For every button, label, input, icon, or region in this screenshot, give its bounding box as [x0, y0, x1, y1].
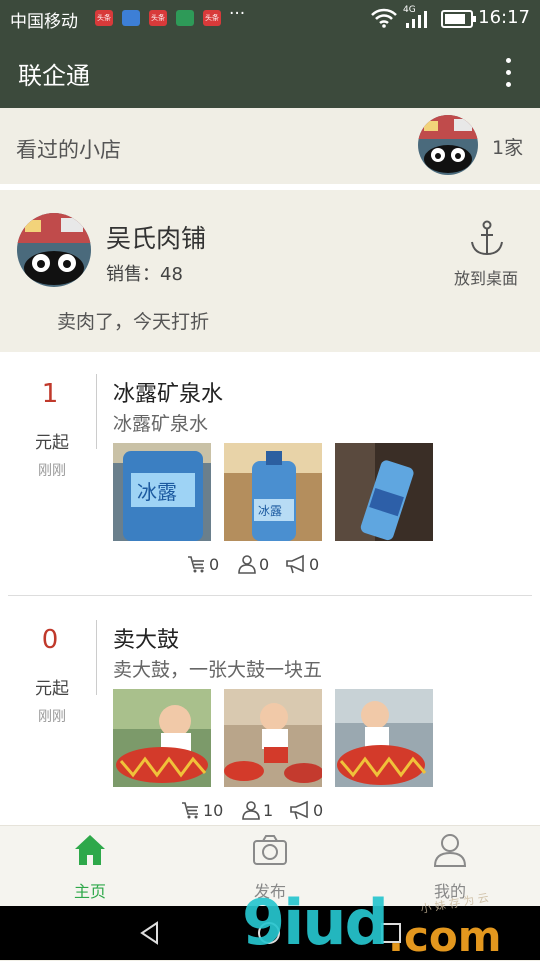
- product-photo[interactable]: [335, 689, 433, 787]
- shop-name: 吴氏肉铺: [106, 224, 207, 253]
- message-notification-icon: [176, 10, 194, 26]
- svg-text:冰露: 冰露: [137, 480, 177, 504]
- share-count: 0: [313, 801, 324, 820]
- product-subtitle: 卖大鼓，一张大鼓一块五: [113, 659, 323, 681]
- back-icon[interactable]: [137, 920, 163, 946]
- product-photo[interactable]: [113, 689, 211, 787]
- app-title: 联企通: [18, 62, 90, 90]
- watermark-domain: .com: [388, 912, 502, 961]
- svg-text:冰露: 冰露: [258, 504, 282, 518]
- product-price: 1: [41, 379, 59, 409]
- watermark-logo: 9iud: [242, 886, 389, 959]
- users-count: 1: [263, 801, 274, 820]
- price-unit: 元起: [35, 679, 69, 699]
- product-photo[interactable]: 冰露: [113, 443, 211, 541]
- megaphone-icon: [290, 800, 308, 820]
- users-count: 0: [259, 555, 270, 574]
- person-icon: [238, 555, 256, 574]
- cart-icon: [182, 802, 198, 819]
- divider: [96, 620, 97, 695]
- cart-stat: 10: [181, 800, 223, 820]
- post-time: 刚刚: [38, 463, 66, 479]
- news-notification-icon: 头条: [203, 10, 221, 26]
- price-unit: 元起: [35, 433, 69, 453]
- viewed-shops-count: 1家: [492, 137, 524, 159]
- list-item[interactable]: 0 元起 刚刚 卖大鼓 卖大鼓，一张大鼓一块五 10 1 0: [0, 598, 540, 825]
- status-bar: 中国移动 头条 头条 头条 ··· 4G 16:17: [0, 0, 540, 36]
- shop-description: 卖肉了，今天打折: [57, 311, 210, 333]
- overflow-menu-icon[interactable]: [506, 58, 512, 88]
- post-time: 刚刚: [38, 709, 66, 725]
- pin-to-desktop-button[interactable]: 放到桌面: [454, 265, 518, 289]
- battery-icon: [441, 10, 476, 28]
- news-notification-icon: 头条: [95, 10, 113, 26]
- cart-count: 10: [203, 801, 224, 820]
- users-stat: 0: [237, 554, 269, 574]
- more-notifications-icon: ···: [229, 4, 246, 24]
- product-subtitle: 冰露矿泉水: [113, 413, 209, 435]
- home-icon: [75, 835, 105, 865]
- news-notification-icon: 头条: [149, 10, 167, 26]
- shop-card[interactable]: 吴氏肉铺 销售：48 放到桌面 卖肉了，今天打折: [0, 190, 540, 352]
- list-item[interactable]: 1 元起 刚刚 冰露矿泉水 冰露矿泉水 冰露 冰露 0 0 0: [0, 352, 540, 596]
- camera-icon: [253, 835, 287, 865]
- cart-count: 0: [209, 555, 220, 574]
- carrier-label: 中国移动: [10, 12, 78, 32]
- cart-icon: [188, 556, 204, 573]
- share-count: 0: [309, 555, 320, 574]
- app-bar: 联企通: [0, 36, 540, 108]
- item-divider: [8, 595, 532, 596]
- shop-avatar[interactable]: [17, 213, 91, 287]
- product-price: 0: [41, 625, 59, 655]
- clock: 16:17: [478, 7, 530, 28]
- person-icon: [433, 834, 467, 867]
- anchor-icon[interactable]: [468, 220, 506, 258]
- share-stat: 0: [289, 800, 323, 820]
- product-list[interactable]: 1 元起 刚刚 冰露矿泉水 冰露矿泉水 冰露 冰露 0 0 0 0 元起 刚刚 …: [0, 352, 540, 825]
- app-notification-icon: [122, 10, 140, 26]
- shop-avatar[interactable]: [418, 115, 478, 175]
- product-name: 冰露矿泉水: [113, 382, 224, 407]
- person-icon: [242, 801, 260, 820]
- shop-sales: 销售：48: [106, 264, 183, 285]
- divider: [96, 374, 97, 449]
- viewed-shops-row[interactable]: 看过的小店 1家: [0, 108, 540, 184]
- product-photo[interactable]: [224, 689, 322, 787]
- product-photo[interactable]: 冰露: [224, 443, 322, 541]
- tab-home[interactable]: 主页: [0, 826, 180, 907]
- share-stat: 0: [285, 554, 319, 574]
- wifi-icon: [371, 8, 397, 28]
- product-photo[interactable]: [335, 443, 433, 541]
- viewed-shops-label: 看过的小店: [16, 138, 121, 162]
- users-stat: 1: [241, 800, 273, 820]
- tab-label: 主页: [73, 882, 106, 901]
- product-name: 卖大鼓: [113, 628, 180, 653]
- megaphone-icon: [286, 554, 304, 574]
- cart-stat: 0: [187, 554, 219, 574]
- signal-icon: [406, 11, 427, 28]
